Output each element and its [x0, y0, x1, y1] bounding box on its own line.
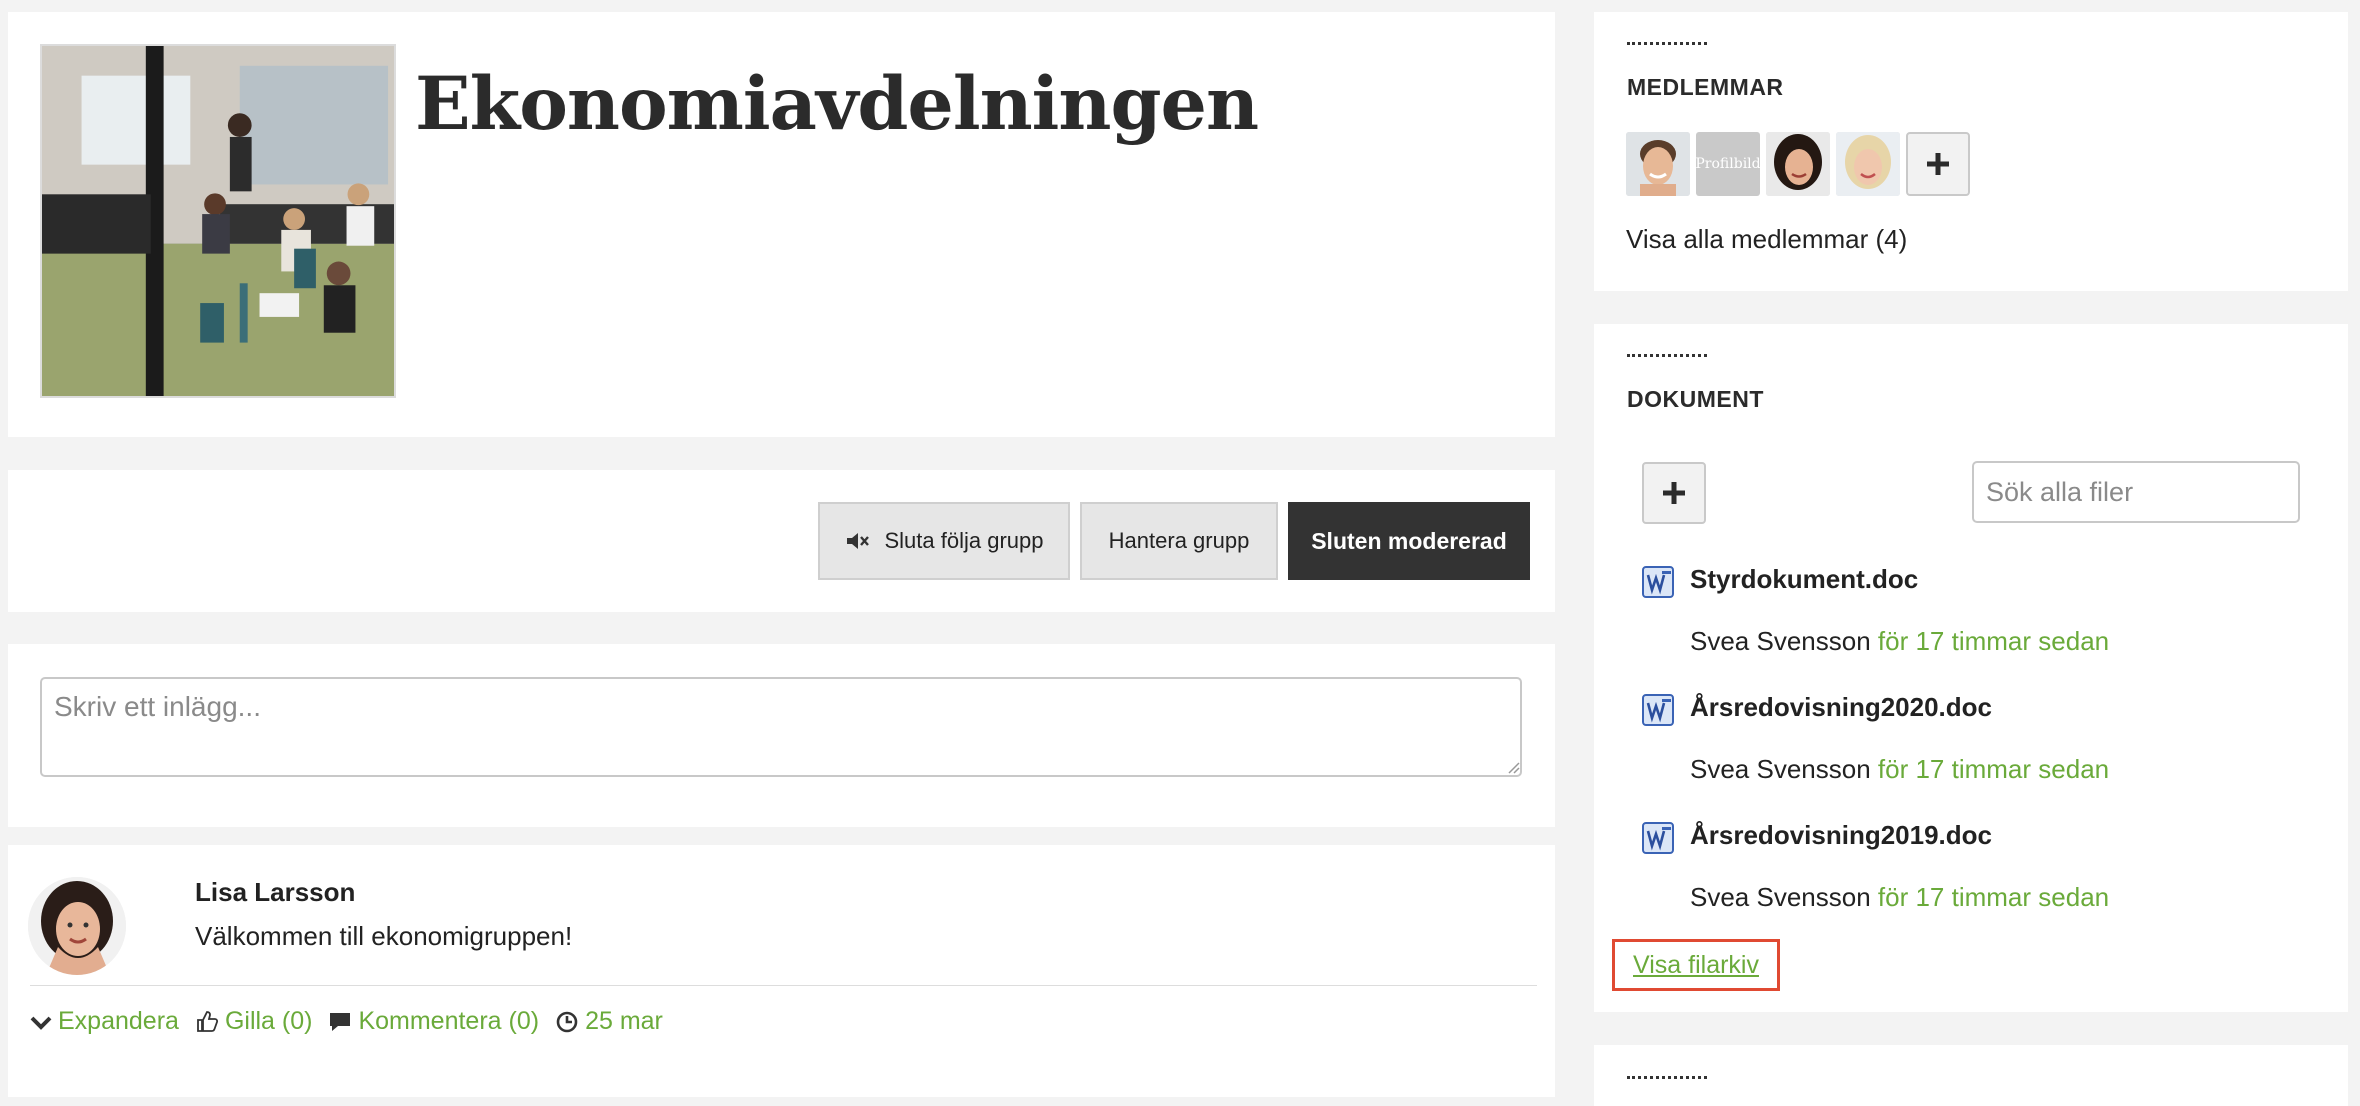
- section-divider: [1627, 1076, 1707, 1079]
- like-action[interactable]: Gilla (0): [195, 1007, 313, 1036]
- avatar-placeholder-text: Profilbild: [1696, 156, 1760, 172]
- resize-handle-icon[interactable]: [1506, 760, 1520, 774]
- post-body: Välkommen till ekonomigruppen!: [195, 921, 573, 951]
- plus-icon: [1663, 482, 1685, 504]
- post-date[interactable]: 25 mar: [555, 1007, 663, 1036]
- new-post-input[interactable]: [40, 677, 1522, 777]
- add-member-button[interactable]: [1906, 132, 1970, 196]
- members-heading: MEDLEMMAR: [1627, 74, 1784, 100]
- manage-group-button[interactable]: Hantera grupp: [1080, 502, 1278, 580]
- word-document-icon: [1642, 566, 1674, 598]
- chevron-down-icon: [30, 1016, 52, 1030]
- document-timestamp[interactable]: för 17 timmar sedan: [1878, 754, 2109, 784]
- unfollow-group-button[interactable]: Sluta följa grupp: [818, 502, 1070, 580]
- documents-heading: DOKUMENT: [1627, 386, 1764, 412]
- file-archive-highlight: Visa filarkiv: [1612, 939, 1780, 991]
- document-timestamp[interactable]: för 17 timmar sedan: [1878, 626, 2109, 656]
- unfollow-group-label: Sluta följa grupp: [884, 528, 1044, 553]
- word-document-icon: [1642, 822, 1674, 854]
- members-widget: MEDLEMMAR Profilbild Visa alla medlemmar…: [1594, 12, 2348, 291]
- document-name[interactable]: Årsredovisning2019.doc: [1690, 820, 1992, 851]
- comment-action[interactable]: Kommentera (0): [328, 1007, 539, 1036]
- expand-label: Expandera: [58, 1007, 179, 1035]
- add-document-button[interactable]: [1642, 462, 1706, 524]
- section-divider: [1627, 354, 1707, 357]
- documents-widget: DOKUMENT Styrdokument.doc Svea Svensson …: [1594, 324, 2348, 1012]
- section-divider: [1627, 42, 1707, 45]
- feed-post: Lisa Larsson Välkommen till ekonomigrupp…: [8, 845, 1555, 1097]
- group-title: Ekonomiavdelningen: [415, 61, 1259, 147]
- post-actions: Expandera Gilla (0) Kommentera (0) 25 ma…: [30, 1007, 679, 1036]
- group-header: Ekonomiavdelningen: [8, 12, 1555, 437]
- post-date-label: 25 mar: [585, 1007, 663, 1035]
- post-composer: [8, 644, 1555, 827]
- member-avatar[interactable]: [1766, 132, 1830, 196]
- comment-label: Kommentera (0): [358, 1007, 540, 1035]
- document-name[interactable]: Årsredovisning2020.doc: [1690, 692, 1992, 723]
- clock-icon: [556, 1011, 578, 1032]
- member-avatar[interactable]: [1626, 132, 1690, 196]
- document-meta: Svea Svensson för 17 timmar sedan: [1690, 626, 2109, 657]
- document-name[interactable]: Styrdokument.doc: [1690, 564, 1918, 595]
- document-meta: Svea Svensson för 17 timmar sedan: [1690, 754, 2109, 785]
- sidebar-widget: [1594, 1045, 2348, 1106]
- comment-icon: [330, 1012, 351, 1031]
- post-divider: [30, 985, 1537, 986]
- search-files-input[interactable]: [1972, 461, 2300, 523]
- document-meta: Svea Svensson för 17 timmar sedan: [1690, 882, 2109, 913]
- word-document-icon: [1642, 694, 1674, 726]
- thumbs-up-icon: [197, 1010, 218, 1032]
- file-archive-link[interactable]: Visa filarkiv: [1633, 951, 1759, 980]
- manage-group-label: Hantera grupp: [1108, 528, 1250, 553]
- expand-action[interactable]: Expandera: [30, 1007, 179, 1036]
- group-photo: [40, 44, 396, 398]
- group-type-label: Sluten modererad: [1311, 527, 1507, 554]
- show-all-members-link[interactable]: Visa alla medlemmar (4): [1626, 224, 1907, 255]
- plus-icon: [1927, 153, 1949, 175]
- document-author[interactable]: Svea Svensson: [1690, 754, 1871, 784]
- group-type-button[interactable]: Sluten modererad: [1288, 502, 1530, 580]
- document-author[interactable]: Svea Svensson: [1690, 882, 1871, 912]
- document-timestamp[interactable]: för 17 timmar sedan: [1878, 882, 2109, 912]
- post-author-name[interactable]: Lisa Larsson: [195, 877, 355, 908]
- member-avatar[interactable]: [1836, 132, 1900, 196]
- like-label: Gilla (0): [224, 1007, 313, 1035]
- mute-icon: [846, 533, 869, 549]
- document-author[interactable]: Svea Svensson: [1690, 626, 1871, 656]
- group-actions-bar: Sluta följa grupp Hantera grupp Sluten m…: [8, 470, 1555, 612]
- member-avatar-list: Profilbild: [1626, 132, 1970, 196]
- author-avatar[interactable]: [28, 877, 126, 975]
- member-avatar[interactable]: Profilbild: [1696, 132, 1760, 196]
